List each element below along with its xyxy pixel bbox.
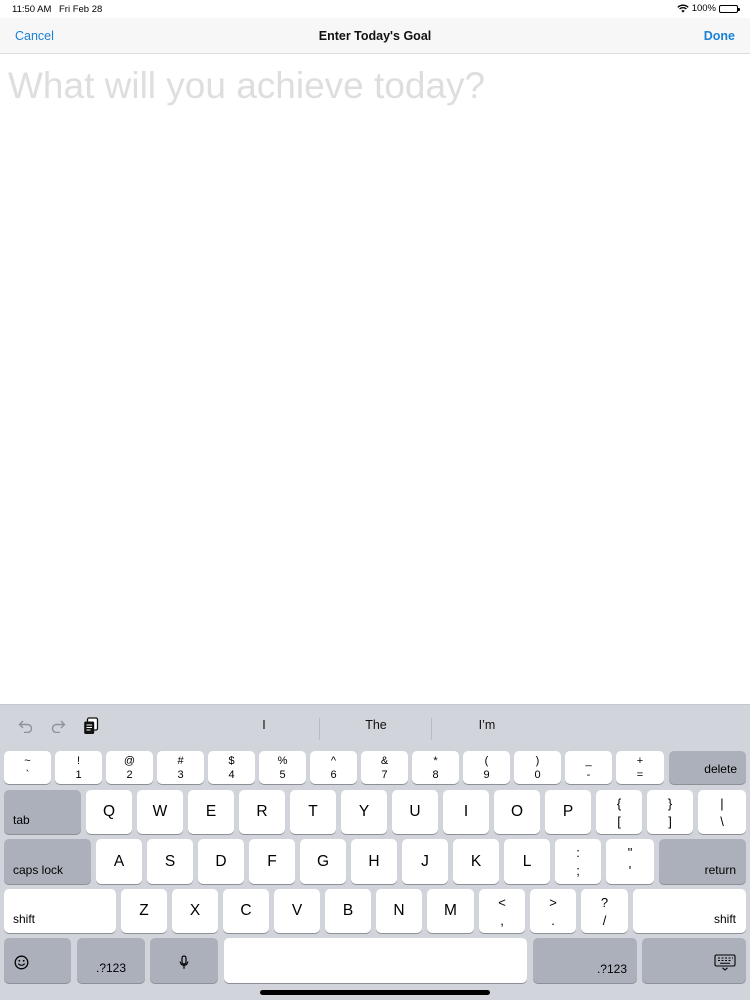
key-slash[interactable]: ? / — [581, 889, 628, 933]
shift-right-key[interactable]: shift — [633, 889, 746, 933]
key-8[interactable]: * 8 — [412, 751, 459, 784]
key-4[interactable]: $ 4 — [208, 751, 255, 784]
key-m[interactable]: M — [427, 889, 474, 933]
redo-icon[interactable] — [48, 716, 68, 736]
key-2[interactable]: @ 2 — [106, 751, 153, 784]
key-equals[interactable]: + = — [616, 751, 664, 784]
key-f[interactable]: F — [249, 839, 295, 884]
shift-left-key[interactable]: shift — [4, 889, 116, 933]
emoji-icon — [14, 955, 29, 975]
battery-icon — [719, 4, 740, 13]
key-u[interactable]: U — [392, 790, 438, 834]
key-c[interactable]: C — [223, 889, 269, 933]
key-w[interactable]: W — [137, 790, 183, 834]
caps-lock-key[interactable]: caps lock — [4, 839, 91, 884]
key-bracket-left[interactable]: { [ — [596, 790, 642, 834]
suggestion-1[interactable]: I — [214, 718, 314, 732]
key-q[interactable]: Q — [86, 790, 132, 834]
home-indicator[interactable] — [260, 990, 490, 995]
key-semicolon[interactable]: : ; — [555, 839, 601, 884]
key-9[interactable]: ( 9 — [463, 751, 510, 784]
key-3[interactable]: # 3 — [157, 751, 204, 784]
numbers-right-key[interactable]: .?123 — [533, 938, 637, 983]
paste-icon[interactable] — [81, 716, 101, 736]
key-b[interactable]: B — [325, 889, 371, 933]
status-indicators: 100% — [677, 3, 740, 14]
navigation-bar: Cancel Enter Today's Goal Done — [0, 18, 750, 54]
key-backslash[interactable]: | \ — [698, 790, 746, 834]
suggestion-divider — [319, 718, 320, 740]
suggestion-2[interactable]: The — [326, 718, 426, 732]
key-1[interactable]: ! 1 — [55, 751, 102, 784]
battery-percentage: 100% — [691, 3, 716, 14]
key-0[interactable]: ) 0 — [514, 751, 561, 784]
key-comma[interactable]: < , — [479, 889, 525, 933]
key-e[interactable]: E — [188, 790, 234, 834]
key-d[interactable]: D — [198, 839, 244, 884]
keyboard-dismiss-icon — [714, 954, 736, 976]
status-date: Fri Feb 28 — [59, 4, 103, 15]
key-g[interactable]: G — [300, 839, 346, 884]
key-minus[interactable]: _ - — [565, 751, 612, 784]
key-v[interactable]: V — [274, 889, 320, 933]
key-p[interactable]: P — [545, 790, 591, 834]
key-z[interactable]: Z — [121, 889, 167, 933]
key-n[interactable]: N — [376, 889, 422, 933]
status-time: 11:50 AM — [12, 4, 52, 15]
key-l[interactable]: L — [504, 839, 550, 884]
emoji-key[interactable] — [4, 938, 71, 983]
key-quote[interactable]: " ' — [606, 839, 654, 884]
key-period[interactable]: > . — [530, 889, 576, 933]
key-backtick[interactable]: ~ ` — [4, 751, 51, 784]
suggestion-3[interactable]: I’m — [437, 718, 537, 732]
done-button[interactable]: Done — [704, 29, 735, 43]
keyboard-shortcut-bar: I The I’m — [0, 705, 750, 747]
key-h[interactable]: H — [351, 839, 397, 884]
dismiss-keyboard-key[interactable] — [642, 938, 746, 983]
key-a[interactable]: A — [96, 839, 142, 884]
key-bracket-right[interactable]: } ] — [647, 790, 693, 834]
key-j[interactable]: J — [402, 839, 448, 884]
key-y[interactable]: Y — [341, 790, 387, 834]
goal-text-input[interactable] — [0, 55, 750, 704]
space-bar[interactable] — [224, 938, 527, 983]
key-s[interactable]: S — [147, 839, 193, 884]
key-5[interactable]: % 5 — [259, 751, 306, 784]
key-i[interactable]: I — [443, 790, 489, 834]
key-o[interactable]: O — [494, 790, 540, 834]
undo-icon[interactable] — [16, 716, 36, 736]
suggestion-divider — [431, 718, 432, 740]
keyboard: I The I’m ~ ` ! 1 @ 2 # 3 $ 4 % 5 ^ 6 & … — [0, 704, 750, 1000]
return-key[interactable]: return — [659, 839, 746, 884]
delete-key[interactable]: delete — [669, 751, 746, 784]
microphone-icon — [179, 955, 189, 975]
dictation-key[interactable] — [150, 938, 218, 983]
key-7[interactable]: & 7 — [361, 751, 408, 784]
page-title: Enter Today's Goal — [318, 29, 432, 43]
key-r[interactable]: R — [239, 790, 285, 834]
key-k[interactable]: K — [453, 839, 499, 884]
key-6[interactable]: ^ 6 — [310, 751, 357, 784]
key-x[interactable]: X — [172, 889, 218, 933]
key-t[interactable]: T — [290, 790, 336, 834]
wifi-icon — [677, 4, 689, 13]
numbers-left-key[interactable]: .?123 — [77, 938, 145, 983]
status-bar: 11:50 AM Fri Feb 28 100% — [0, 0, 750, 18]
tab-key[interactable]: tab — [4, 790, 81, 834]
